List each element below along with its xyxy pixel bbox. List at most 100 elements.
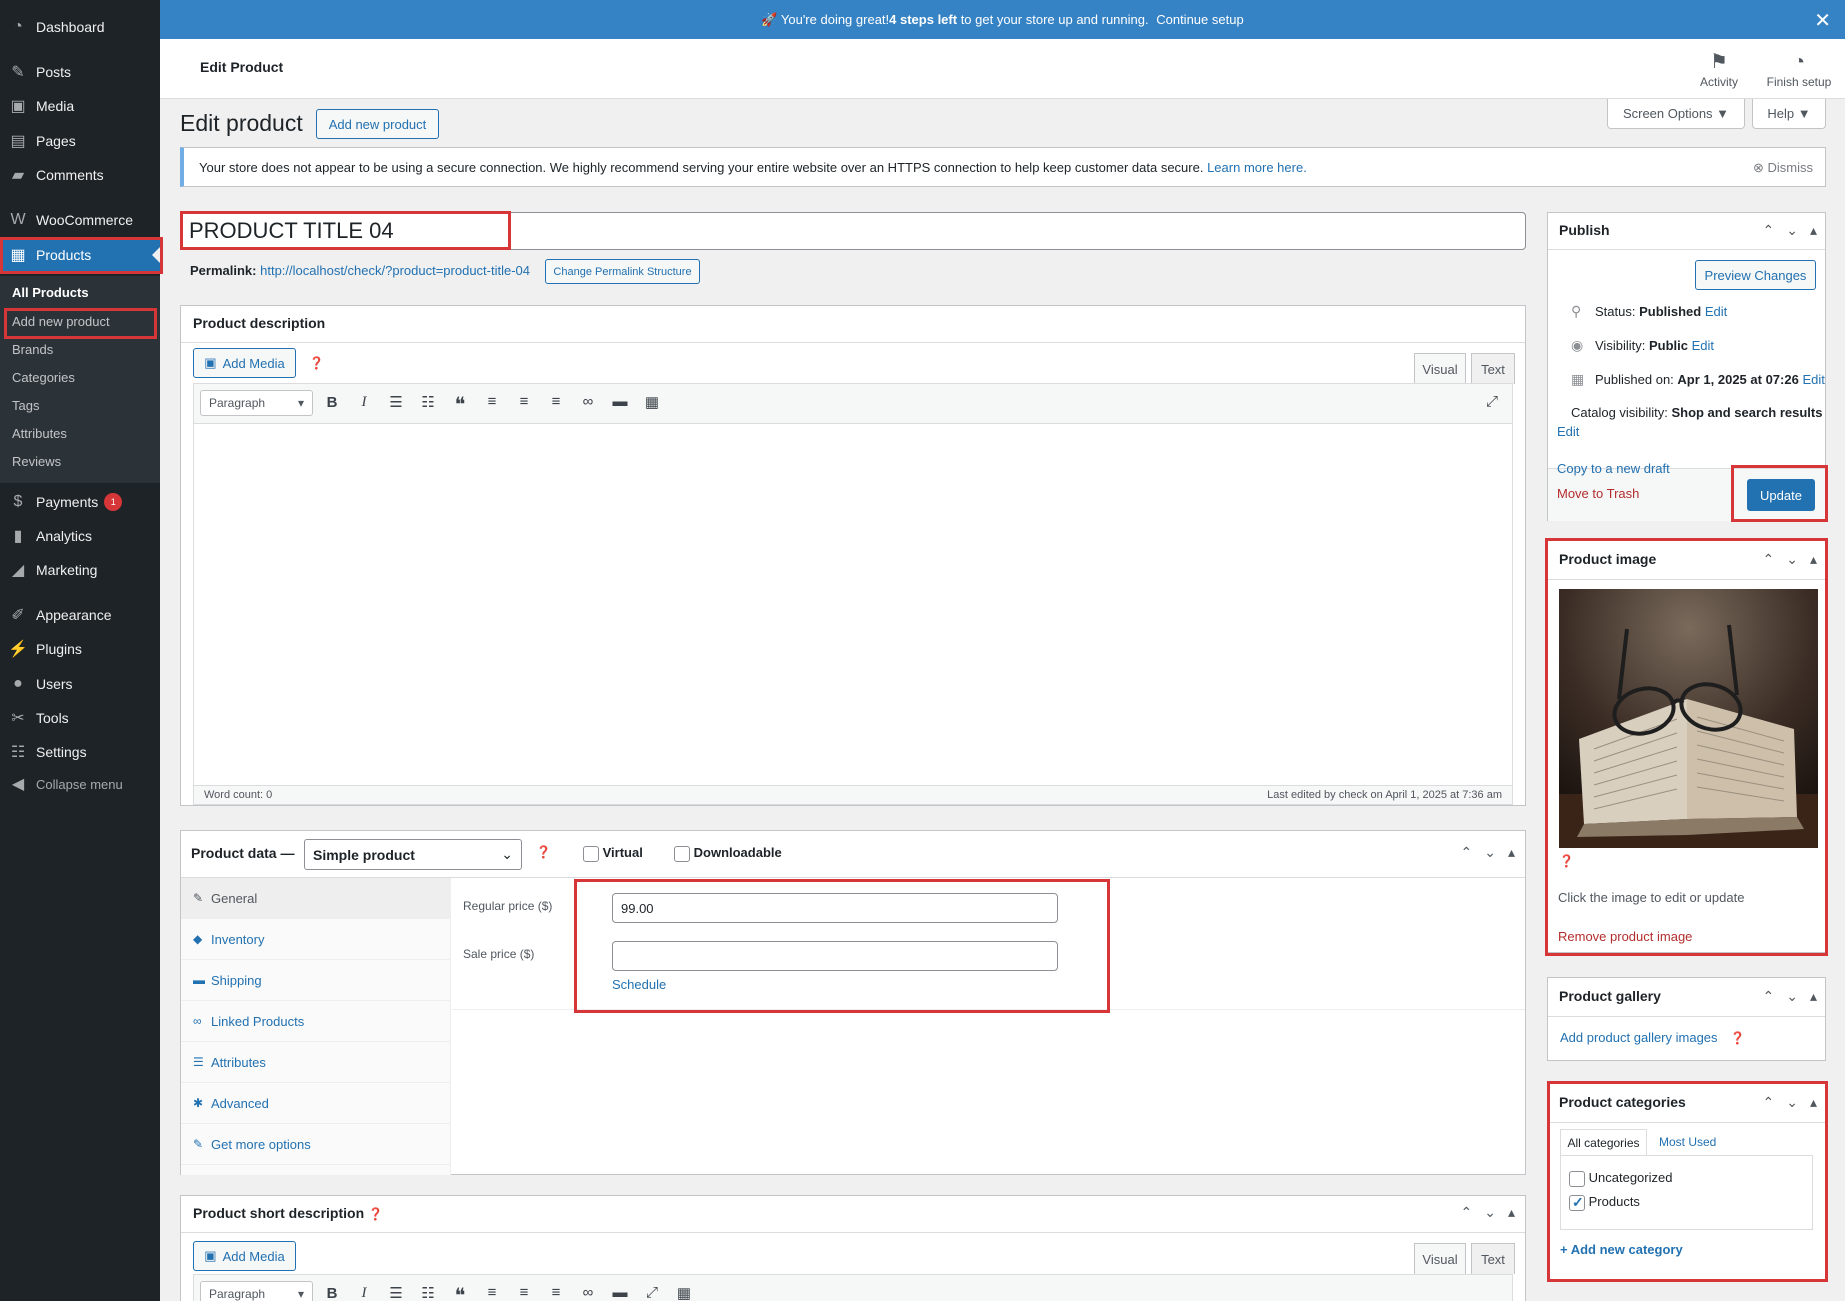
align-right-icon[interactable]: ≡ xyxy=(546,1284,566,1301)
chevron-up-icon[interactable]: ⌃ xyxy=(1763,1094,1775,1111)
copy-draft-link[interactable]: Copy to a new draft xyxy=(1557,461,1670,476)
chevron-down-icon[interactable]: ⌄ xyxy=(1786,1094,1798,1111)
help-icon[interactable]: ❓ xyxy=(1559,854,1574,868)
chevron-up-icon[interactable]: ⌃ xyxy=(1763,551,1775,568)
align-center-icon[interactable]: ≡ xyxy=(514,393,534,410)
menu-dashboard[interactable]: ◔ Dashboard xyxy=(0,10,160,44)
short-add-media-button[interactable]: ▣ Add Media xyxy=(193,1241,296,1271)
move-to-trash-link[interactable]: Move to Trash xyxy=(1557,486,1639,501)
add-gallery-images-link[interactable]: Add product gallery images xyxy=(1560,1030,1718,1045)
continue-setup-link[interactable]: Continue setup xyxy=(1156,12,1243,27)
permalink-link[interactable]: http://localhost/check/?product=product-… xyxy=(260,263,530,278)
format-select[interactable]: Paragraph ▾ xyxy=(200,390,313,416)
align-left-icon[interactable]: ≡ xyxy=(482,1284,502,1301)
triangle-up-icon[interactable]: ▴ xyxy=(1508,844,1515,861)
update-button[interactable]: Update xyxy=(1747,479,1815,511)
menu-analytics[interactable]: ▮ Analytics xyxy=(0,519,160,553)
menu-pages[interactable]: ▤ Pages xyxy=(0,124,160,158)
menu-tools[interactable]: ✂ Tools xyxy=(0,701,160,735)
tab-visual[interactable]: Visual xyxy=(1414,353,1466,384)
downloadable-check[interactable] xyxy=(674,845,690,862)
link-icon[interactable]: ∞ xyxy=(578,393,598,410)
chevron-up-icon[interactable]: ⌃ xyxy=(1461,844,1473,861)
toolbar-toggle-icon[interactable]: ▦ xyxy=(642,393,662,411)
screen-options-button[interactable]: Screen Options ▼ xyxy=(1607,99,1745,129)
italic-icon[interactable]: I xyxy=(354,394,374,411)
help-icon[interactable]: ❓ xyxy=(1730,1031,1745,1045)
chevron-down-icon[interactable]: ⌄ xyxy=(1786,222,1798,239)
add-media-button[interactable]: ▣ Add Media xyxy=(193,348,296,378)
menu-payments[interactable]: $ Payments 1 xyxy=(0,485,160,519)
triangle-up-icon[interactable]: ▴ xyxy=(1810,222,1817,239)
menu-comments[interactable]: ▰ Comments xyxy=(0,158,160,192)
chevron-up-icon[interactable]: ⌃ xyxy=(1461,1204,1473,1221)
help-icon[interactable]: ❓ xyxy=(309,356,324,370)
activity-button[interactable]: ⚑ Activity xyxy=(1681,49,1757,89)
product-title-input[interactable]: PRODUCT TITLE 04 xyxy=(180,212,1526,250)
downloadable-checkbox[interactable]: Downloadable xyxy=(674,845,782,862)
tab-inventory[interactable]: ◆ Inventory xyxy=(181,919,451,960)
tab-all-categories[interactable]: All categories xyxy=(1560,1129,1647,1155)
menu-plugins[interactable]: ⚡ Plugins xyxy=(0,632,160,666)
tab-text[interactable]: Text xyxy=(1471,353,1515,384)
add-new-category-link[interactable]: + Add new category xyxy=(1560,1242,1683,1257)
blockquote-icon[interactable]: ❝ xyxy=(450,392,470,417)
products-check[interactable] xyxy=(1569,1194,1585,1211)
menu-woocommerce[interactable]: W WooCommerce xyxy=(0,203,160,237)
triangle-up-icon[interactable]: ▴ xyxy=(1810,1094,1817,1111)
tab-shipping[interactable]: ▬ Shipping xyxy=(181,960,451,1001)
help-icon[interactable]: ❓ xyxy=(368,1207,383,1221)
read-more-icon[interactable]: ▬ xyxy=(610,393,630,410)
tab-get-more-options[interactable]: ✎ Get more options xyxy=(181,1124,451,1165)
bold-icon[interactable]: B xyxy=(322,1285,342,1301)
submenu-attributes[interactable]: Attributes xyxy=(12,426,67,441)
change-permalink-button[interactable]: Change Permalink Structure xyxy=(545,259,700,284)
catalog-edit-link[interactable]: Edit xyxy=(1557,424,1579,439)
triangle-up-icon[interactable]: ▴ xyxy=(1810,551,1817,568)
tab-linked-products[interactable]: ∞ Linked Products xyxy=(181,1001,451,1042)
submenu-brands[interactable]: Brands xyxy=(12,342,53,357)
learn-more-link[interactable]: Learn more here. xyxy=(1207,160,1307,175)
tab-attributes[interactable]: ☰ Attributes xyxy=(181,1042,451,1083)
virtual-checkbox[interactable]: Virtual xyxy=(583,845,643,862)
fullscreen-icon[interactable]: ⤢ xyxy=(1482,393,1502,410)
menu-users[interactable]: ● Users xyxy=(0,667,160,701)
uncategorized-check[interactable] xyxy=(1569,1170,1585,1187)
chevron-down-icon[interactable]: ⌄ xyxy=(1484,844,1496,861)
help-icon[interactable]: ❓ xyxy=(536,845,551,859)
chevron-up-icon[interactable]: ⌃ xyxy=(1763,222,1775,239)
numbered-list-icon[interactable]: ☷ xyxy=(418,393,438,411)
short-tab-visual[interactable]: Visual xyxy=(1414,1243,1466,1274)
bullet-list-icon[interactable]: ☰ xyxy=(386,393,406,411)
menu-posts[interactable]: ✎ Posts xyxy=(0,55,160,89)
help-button[interactable]: Help ▼ xyxy=(1752,99,1826,129)
fullscreen-icon[interactable]: ⤢ xyxy=(642,1284,662,1301)
chevron-down-icon[interactable]: ⌄ xyxy=(1786,988,1798,1005)
published-edit-link[interactable]: Edit xyxy=(1802,372,1824,387)
add-new-product-button[interactable]: Add new product xyxy=(316,109,439,139)
bullet-list-icon[interactable]: ☰ xyxy=(386,1284,406,1301)
toolbar-toggle-icon[interactable]: ▦ xyxy=(674,1284,694,1301)
menu-media[interactable]: ▣ Media xyxy=(0,89,160,123)
status-edit-link[interactable]: Edit xyxy=(1705,304,1727,319)
submenu-add-new-product[interactable]: Add new product xyxy=(12,314,110,329)
tab-most-used[interactable]: Most Used xyxy=(1659,1135,1716,1149)
tab-advanced[interactable]: ✱ Advanced xyxy=(181,1083,451,1124)
chevron-up-icon[interactable]: ⌃ xyxy=(1763,988,1775,1005)
read-more-icon[interactable]: ▬ xyxy=(610,1284,630,1301)
regular-price-input[interactable]: 99.00 xyxy=(612,893,1058,923)
category-products[interactable]: Products xyxy=(1569,1194,1640,1211)
submenu-categories[interactable]: Categories xyxy=(12,370,75,385)
visibility-edit-link[interactable]: Edit xyxy=(1692,338,1714,353)
align-left-icon[interactable]: ≡ xyxy=(482,393,502,410)
remove-product-image-link[interactable]: Remove product image xyxy=(1558,929,1692,944)
short-tab-text[interactable]: Text xyxy=(1471,1243,1515,1274)
product-image[interactable] xyxy=(1559,589,1818,848)
submenu-reviews[interactable]: Reviews xyxy=(12,454,61,469)
dismiss-button[interactable]: ⊗ Dismiss xyxy=(1753,160,1813,176)
triangle-up-icon[interactable]: ▴ xyxy=(1508,1204,1515,1221)
menu-collapse[interactable]: ◀ Collapse menu xyxy=(0,767,160,801)
chevron-down-icon[interactable]: ⌄ xyxy=(1786,551,1798,568)
triangle-up-icon[interactable]: ▴ xyxy=(1810,988,1817,1005)
menu-settings[interactable]: ☷ Settings xyxy=(0,735,160,769)
